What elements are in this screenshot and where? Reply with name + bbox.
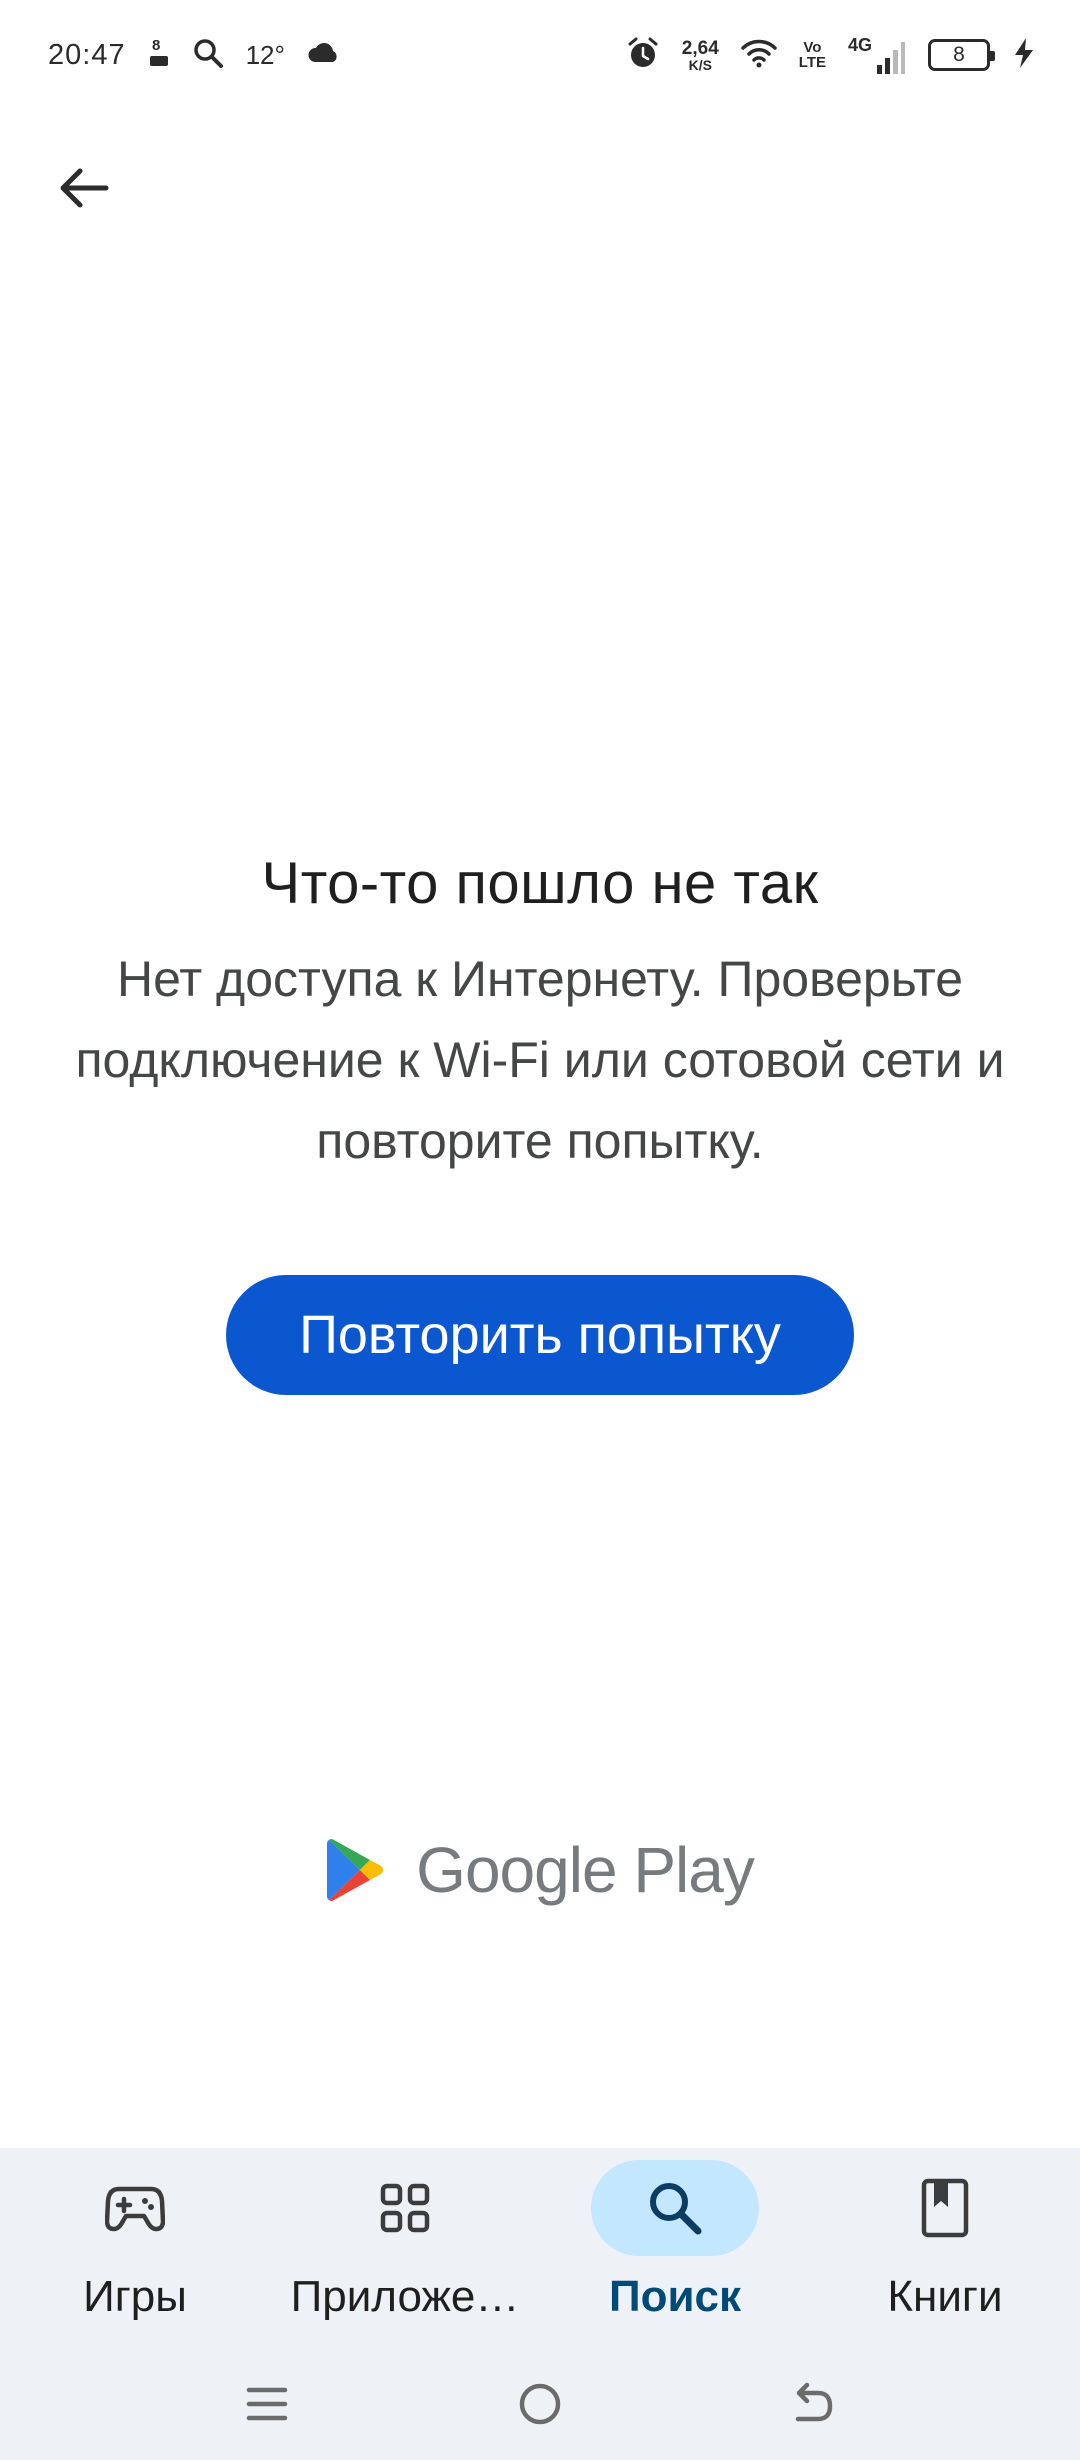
apps-grid-icon	[380, 2183, 430, 2233]
nav-item-books[interactable]: Книги	[810, 2148, 1080, 2348]
nav-label: Книги	[887, 2272, 1003, 2321]
system-back-button[interactable]	[773, 2364, 853, 2444]
temperature: 12°	[245, 39, 285, 70]
status-bar-left: 20:47 8 12°	[48, 36, 341, 75]
screen: 20:47 8 12° 2,64 K/S Vo LTE 4G 8 Что-то …	[0, 0, 1080, 2460]
back-curve-icon	[796, 2382, 833, 2422]
nav-pill	[591, 2160, 759, 2256]
nav-item-search[interactable]: Поиск	[540, 2148, 810, 2348]
battery-indicator: 8	[928, 39, 995, 71]
svg-text:8: 8	[152, 37, 160, 54]
cloud-icon	[307, 42, 341, 69]
status-bar-right: 2,64 K/S Vo LTE 4G 8	[626, 35, 1036, 75]
cell-signal: 4G	[848, 35, 906, 75]
google-play-wordmark: Google Play	[416, 1834, 755, 1906]
network-speed: 2,64 K/S	[681, 37, 719, 73]
alarm-icon	[626, 36, 660, 75]
status-bar: 20:47 8 12° 2,64 K/S Vo LTE 4G 8	[0, 0, 1080, 110]
menu-lines-icon	[246, 2387, 287, 2421]
google-play-logo: Google Play	[0, 1830, 1080, 1910]
home-button[interactable]	[500, 2364, 580, 2444]
nav-label: Поиск	[608, 2272, 742, 2321]
arrow-back-icon	[60, 168, 109, 208]
home-circle-icon	[519, 2383, 561, 2425]
signal-bars-icon	[877, 42, 905, 74]
search-notification-icon	[192, 37, 224, 74]
retry-button[interactable]: Повторить попытку	[226, 1275, 854, 1395]
book-icon	[921, 2178, 969, 2238]
gamepad-icon	[105, 2186, 165, 2232]
network-type: 4G	[847, 35, 872, 55]
wifi-icon	[741, 38, 777, 73]
nav-pill	[861, 2160, 1029, 2256]
search-icon	[650, 2183, 702, 2235]
error-message: Нет доступа к Интернету. Проверьте подкл…	[75, 951, 1005, 1169]
nav-label: Игры	[83, 2272, 187, 2321]
charging-icon	[1012, 36, 1036, 75]
notification-badge-icon: 8	[148, 36, 170, 75]
system-navigation-bar	[0, 2348, 1080, 2460]
error-block: Что-то пошло не так Нет доступа к Интерн…	[0, 850, 1080, 1395]
nav-item-games[interactable]: Игры	[0, 2148, 270, 2348]
play-triangle-icon	[327, 1839, 384, 1901]
nav-pill	[321, 2160, 489, 2256]
bottom-navigation: Игры Приложе… Поиск Книги	[0, 2148, 1080, 2348]
clock: 20:47	[48, 38, 126, 71]
nav-item-apps[interactable]: Приложе…	[270, 2148, 540, 2348]
error-title: Что-то пошло не так	[261, 851, 819, 916]
nav-pill	[51, 2160, 219, 2256]
back-button[interactable]	[46, 150, 122, 226]
volte-indicator: Vo LTE	[798, 39, 826, 71]
recent-apps-button[interactable]	[227, 2364, 307, 2444]
nav-label: Приложе…	[290, 2272, 520, 2321]
